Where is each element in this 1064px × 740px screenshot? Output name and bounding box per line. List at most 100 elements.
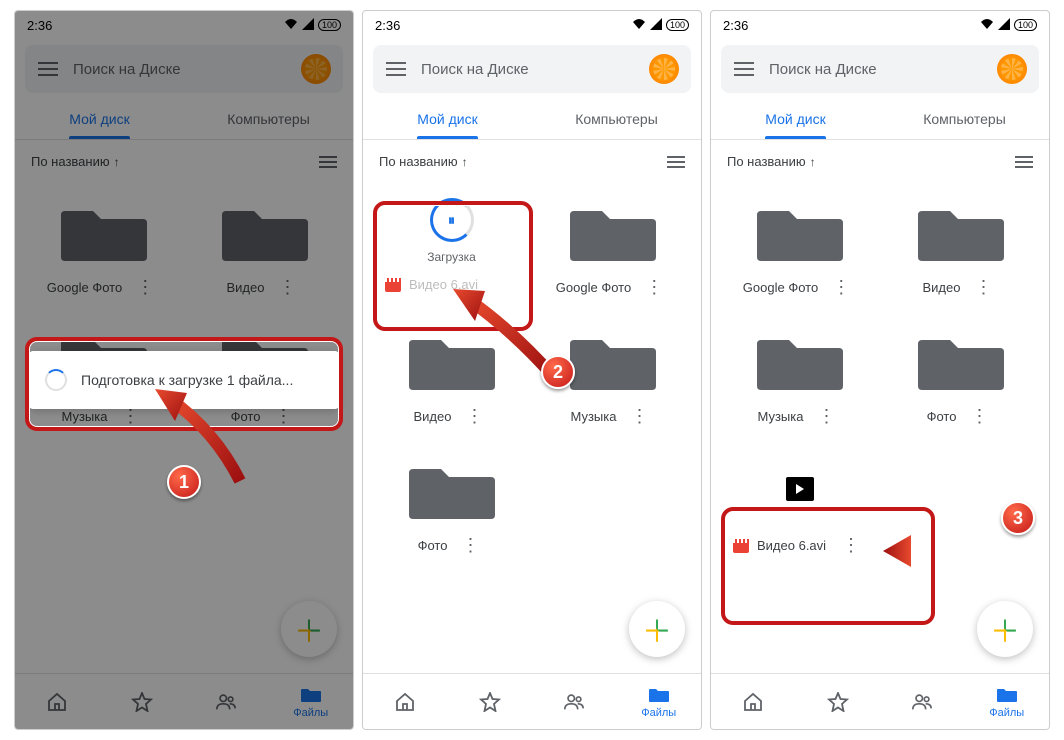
tab-my-drive[interactable]: Мой диск <box>711 99 880 139</box>
file-label: Видео 6.avi <box>757 538 826 553</box>
status-bar: 2:36 100 <box>711 11 1049 39</box>
status-time: 2:36 <box>375 18 400 33</box>
file-grid: ⏸ Загрузка Видео 6.avi Google Фото ⋮ Виде… <box>363 183 701 566</box>
battery-icon: 100 <box>666 19 689 31</box>
video-file-icon <box>385 278 401 292</box>
search-bar[interactable]: Поиск на Диске <box>373 45 691 93</box>
view-toggle-icon[interactable] <box>667 156 685 168</box>
video-file-item[interactable]: Видео 6.avi ⋮ <box>721 441 878 566</box>
menu-icon[interactable] <box>385 58 407 80</box>
plus-icon: ＋ <box>990 607 1020 651</box>
folder-label: Google Фото <box>556 280 631 295</box>
nav-files-label: Файлы <box>989 707 1024 719</box>
folder-item[interactable]: Музыка ⋮ <box>721 312 878 437</box>
phone-screen-1: 2:36 100 Поиск на Диске Мой диск Компьют… <box>14 10 354 730</box>
search-placeholder: Поиск на Диске <box>769 61 983 78</box>
signal-icon <box>650 18 662 33</box>
status-time: 2:36 <box>723 18 748 33</box>
tab-my-drive[interactable]: Мой диск <box>363 99 532 139</box>
status-bar: 2:36 100 <box>363 11 701 39</box>
tabs: Мой диск Компьютеры <box>363 99 701 140</box>
people-icon <box>911 692 933 712</box>
nav-shared[interactable] <box>880 674 965 729</box>
search-bar[interactable]: Поиск на Диске <box>721 45 1039 93</box>
step-badge-2: 2 <box>541 355 575 389</box>
avatar[interactable] <box>649 54 679 84</box>
plus-icon: ＋ <box>642 607 672 651</box>
more-icon[interactable]: ⋮ <box>455 535 485 556</box>
folder-item[interactable]: Видео ⋮ <box>882 183 1039 308</box>
signal-icon <box>998 18 1010 33</box>
search-placeholder: Поиск на Диске <box>421 61 635 78</box>
sort-arrow-icon: ↑ <box>462 155 468 169</box>
status-icons: 100 <box>632 18 689 33</box>
folder-item[interactable]: Google Фото ⋮ <box>721 183 878 308</box>
pause-icon: ⏸ <box>448 212 455 229</box>
home-icon <box>742 692 764 712</box>
folder-label: Музыка <box>571 409 617 424</box>
more-icon[interactable]: ⋮ <box>968 277 998 298</box>
folder-item[interactable]: Google Фото ⋮ <box>534 183 691 308</box>
video-thumb-icon <box>786 477 814 501</box>
more-icon[interactable]: ⋮ <box>624 406 654 427</box>
star-icon <box>827 692 849 712</box>
more-icon[interactable]: ⋮ <box>964 406 994 427</box>
folder-icon <box>996 685 1018 705</box>
step-badge-3: 3 <box>1001 501 1035 535</box>
nav-starred[interactable] <box>796 674 881 729</box>
sort-row[interactable]: По названию ↑ <box>711 140 1049 183</box>
folder-icon <box>648 685 670 705</box>
people-icon <box>563 692 585 712</box>
folder-label: Google Фото <box>743 280 818 295</box>
nav-home[interactable] <box>363 674 448 729</box>
folder-item[interactable]: Фото ⋮ <box>882 312 1039 437</box>
file-grid: Google Фото ⋮ Видео ⋮ Музыка ⋮ Фото ⋮ Видео … <box>711 183 1049 566</box>
more-icon[interactable]: ⋮ <box>459 406 489 427</box>
nav-files[interactable]: Файлы <box>965 674 1050 729</box>
phone-screen-3: 2:36 100 Поиск на Диске Мой диск Компьют… <box>710 10 1050 730</box>
star-icon <box>479 692 501 712</box>
folder-item[interactable]: Фото⋮ <box>373 441 530 566</box>
sort-row[interactable]: По названию ↑ <box>363 140 701 183</box>
sort-label: По названию <box>379 154 458 169</box>
tabs: Мой диск Компьютеры <box>711 99 1049 140</box>
upload-status-label: Загрузка <box>427 250 476 264</box>
nav-shared[interactable] <box>532 674 617 729</box>
video-file-icon <box>733 539 749 553</box>
home-icon <box>394 692 416 712</box>
tab-computers[interactable]: Компьютеры <box>532 99 701 139</box>
uploading-item[interactable]: ⏸ Загрузка Видео 6.avi <box>373 183 530 308</box>
upload-snackbar: Подготовка к загрузке 1 файла... <box>29 351 339 409</box>
sort-label: По названию <box>727 154 806 169</box>
tab-computers[interactable]: Компьютеры <box>880 99 1049 139</box>
phone-screen-2: 2:36 100 Поиск на Диске Мой диск Компьют… <box>362 10 702 730</box>
wifi-icon <box>632 18 646 33</box>
sort-arrow-icon: ↑ <box>810 155 816 169</box>
upload-progress-icon[interactable]: ⏸ <box>430 198 474 242</box>
more-icon[interactable]: ⋮ <box>811 406 841 427</box>
nav-home[interactable] <box>711 674 796 729</box>
spinner-icon <box>45 369 67 391</box>
folder-label: Видео <box>923 280 961 295</box>
battery-icon: 100 <box>1014 19 1037 31</box>
avatar[interactable] <box>997 54 1027 84</box>
folder-label: Фото <box>927 409 957 424</box>
fab-add[interactable]: ＋ <box>977 601 1033 657</box>
more-icon[interactable]: ⋮ <box>826 277 856 298</box>
fab-add[interactable]: ＋ <box>629 601 685 657</box>
folder-item[interactable]: Видео ⋮ <box>373 312 530 437</box>
nav-starred[interactable] <box>448 674 533 729</box>
bottom-nav: Файлы <box>363 673 701 729</box>
nav-files[interactable]: Файлы <box>617 674 702 729</box>
folder-label: Видео <box>414 409 452 424</box>
more-icon[interactable]: ⋮ <box>836 535 866 556</box>
more-icon[interactable]: ⋮ <box>639 277 669 298</box>
folder-label: Музыка <box>758 409 804 424</box>
nav-files-label: Файлы <box>641 707 676 719</box>
snackbar-text: Подготовка к загрузке 1 файла... <box>81 372 293 388</box>
view-toggle-icon[interactable] <box>1015 156 1033 168</box>
status-icons: 100 <box>980 18 1037 33</box>
upload-filename: Видео 6.avi <box>409 277 478 292</box>
step-badge-1: 1 <box>167 465 201 499</box>
menu-icon[interactable] <box>733 58 755 80</box>
